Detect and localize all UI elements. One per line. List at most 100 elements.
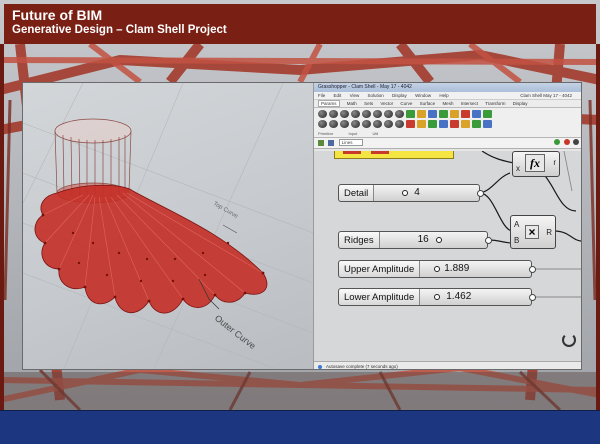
output-grip[interactable] — [485, 237, 492, 244]
upper-amplitude-slider[interactable]: Upper Amplitude 1.889 — [338, 260, 536, 278]
color-swatch — [370, 151, 389, 154]
output-r[interactable]: R — [546, 228, 552, 237]
util-tool-icon[interactable] — [461, 120, 470, 128]
document-name: Clam Shell May 17 - 4042 — [520, 93, 572, 98]
tab-display[interactable]: Display — [513, 101, 528, 106]
param-icon[interactable] — [362, 120, 371, 128]
tab-surface[interactable]: Surface — [420, 101, 436, 106]
graph-tool-icon[interactable] — [450, 110, 459, 118]
button-tool-icon[interactable] — [461, 110, 470, 118]
grasshopper-window: Grasshopper - Clam Shell - May 17 - 4042… — [313, 83, 581, 369]
menu-view[interactable]: View — [350, 93, 360, 98]
group-input: Input — [348, 131, 358, 136]
settings-icon[interactable] — [573, 139, 579, 145]
param-icon[interactable] — [351, 110, 360, 118]
multiplication-component[interactable]: A B × R — [510, 215, 556, 249]
slider-label-ridges: Ridges — [339, 232, 380, 248]
param-icon[interactable] — [384, 120, 393, 128]
input-tool-icon[interactable] — [417, 120, 426, 128]
bottom-band — [0, 410, 600, 444]
input-tool-icon[interactable] — [439, 120, 448, 128]
util-tool-icon[interactable] — [450, 120, 459, 128]
tab-intersect[interactable]: Intersect — [461, 101, 478, 106]
component-toolbar: Primitive Input Util — [314, 108, 581, 138]
toggle-tool-icon[interactable] — [428, 110, 437, 118]
param-icon[interactable] — [318, 110, 327, 118]
tab-math[interactable]: Math — [347, 101, 357, 106]
input-tool-icon[interactable] — [428, 120, 437, 128]
input-a[interactable]: A — [514, 220, 519, 229]
slider-track[interactable]: 4 — [374, 185, 479, 201]
slider-track[interactable]: 1.889 — [420, 261, 531, 277]
shell-surface — [34, 184, 268, 314]
util-tool-icon[interactable] — [483, 120, 492, 128]
output-grip[interactable] — [529, 266, 536, 273]
slide-title-bar: Future of BIM Generative Design – Clam S… — [4, 4, 596, 44]
param-icon[interactable] — [362, 110, 371, 118]
navigation-wheel-icon[interactable] — [562, 333, 576, 347]
param-icon[interactable] — [340, 120, 349, 128]
input-tool-icon[interactable] — [406, 120, 415, 128]
menu-file[interactable]: File — [318, 93, 325, 98]
tab-sets[interactable]: Sets — [364, 101, 373, 106]
list-tool-icon[interactable] — [472, 110, 481, 118]
menu-help[interactable]: Help — [439, 93, 448, 98]
param-icon[interactable] — [329, 110, 338, 118]
lower-amplitude-slider[interactable]: Lower Amplitude 1.462 — [338, 288, 536, 306]
preview-icon[interactable] — [554, 139, 561, 145]
slider-label-detail: Detail — [339, 185, 375, 201]
slider-label-lower-amplitude: Lower Amplitude — [339, 289, 421, 305]
save-icon[interactable] — [318, 139, 324, 146]
param-icon[interactable] — [351, 120, 360, 128]
menu-display[interactable]: Display — [392, 93, 407, 98]
tab-transform[interactable]: Transform — [485, 101, 505, 106]
tab-mesh[interactable]: Mesh — [442, 101, 453, 106]
grasshopper-canvas[interactable]: Detail 4 Ridges 16 Upper Amplitude 1.889… — [314, 151, 581, 361]
note-panel[interactable] — [334, 151, 454, 159]
slider-knob[interactable] — [402, 190, 409, 196]
tab-params[interactable]: Params — [318, 100, 340, 107]
param-icon[interactable] — [384, 110, 393, 118]
slider-tool-icon[interactable] — [406, 110, 415, 118]
rhino-viewport[interactable]: Top Curve Outer Curve — [23, 83, 313, 369]
util-tool-icon[interactable] — [472, 120, 481, 128]
slider-knob[interactable] — [434, 294, 441, 300]
input-b[interactable]: B — [514, 236, 519, 245]
panel-tool-icon[interactable] — [417, 110, 426, 118]
output-r[interactable]: r — [553, 158, 556, 167]
input-x[interactable]: x — [516, 164, 520, 173]
status-bar: Autosave complete (7 seconds ago) — [314, 361, 581, 369]
record-icon[interactable] — [563, 139, 570, 145]
swatch-tool-icon[interactable] — [439, 110, 448, 118]
tab-curve[interactable]: Curve — [400, 101, 412, 106]
slider-value: 16 — [417, 234, 429, 245]
tab-vector[interactable]: Vector — [380, 101, 393, 106]
slider-track[interactable]: 16 — [380, 232, 487, 248]
slider-knob[interactable] — [434, 266, 441, 272]
zoom-field[interactable]: Lines — [338, 139, 363, 146]
param-icon[interactable] — [329, 120, 338, 128]
toolbar-group-labels: Primitive Input Util — [318, 131, 392, 136]
slider-label-upper-amplitude: Upper Amplitude — [339, 261, 421, 277]
util-tool-icon[interactable] — [483, 110, 492, 118]
output-grip[interactable] — [477, 190, 484, 197]
output-grip[interactable] — [529, 294, 536, 301]
param-icon[interactable] — [340, 110, 349, 118]
slider-knob[interactable] — [435, 237, 442, 243]
menu-solution[interactable]: Solution — [368, 93, 384, 98]
param-icon[interactable] — [395, 120, 404, 128]
param-icon[interactable] — [373, 110, 382, 118]
menu-edit[interactable]: Edit — [334, 93, 342, 98]
param-icon[interactable] — [373, 120, 382, 128]
expression-component[interactable]: x fx r — [512, 151, 560, 177]
menu-window[interactable]: Window — [415, 93, 431, 98]
ridges-slider[interactable]: Ridges 16 — [338, 231, 492, 249]
param-icon[interactable] — [395, 110, 404, 118]
slider-track[interactable]: 1.462 — [420, 289, 531, 305]
param-icon[interactable] — [318, 120, 327, 128]
right-edge — [596, 44, 600, 410]
open-icon[interactable] — [328, 139, 335, 146]
detail-slider[interactable]: Detail 4 — [338, 184, 484, 202]
slider-value: 1.462 — [446, 291, 472, 302]
grasshopper-titlebar: Grasshopper - Clam Shell - May 17 - 4042 — [314, 83, 581, 92]
